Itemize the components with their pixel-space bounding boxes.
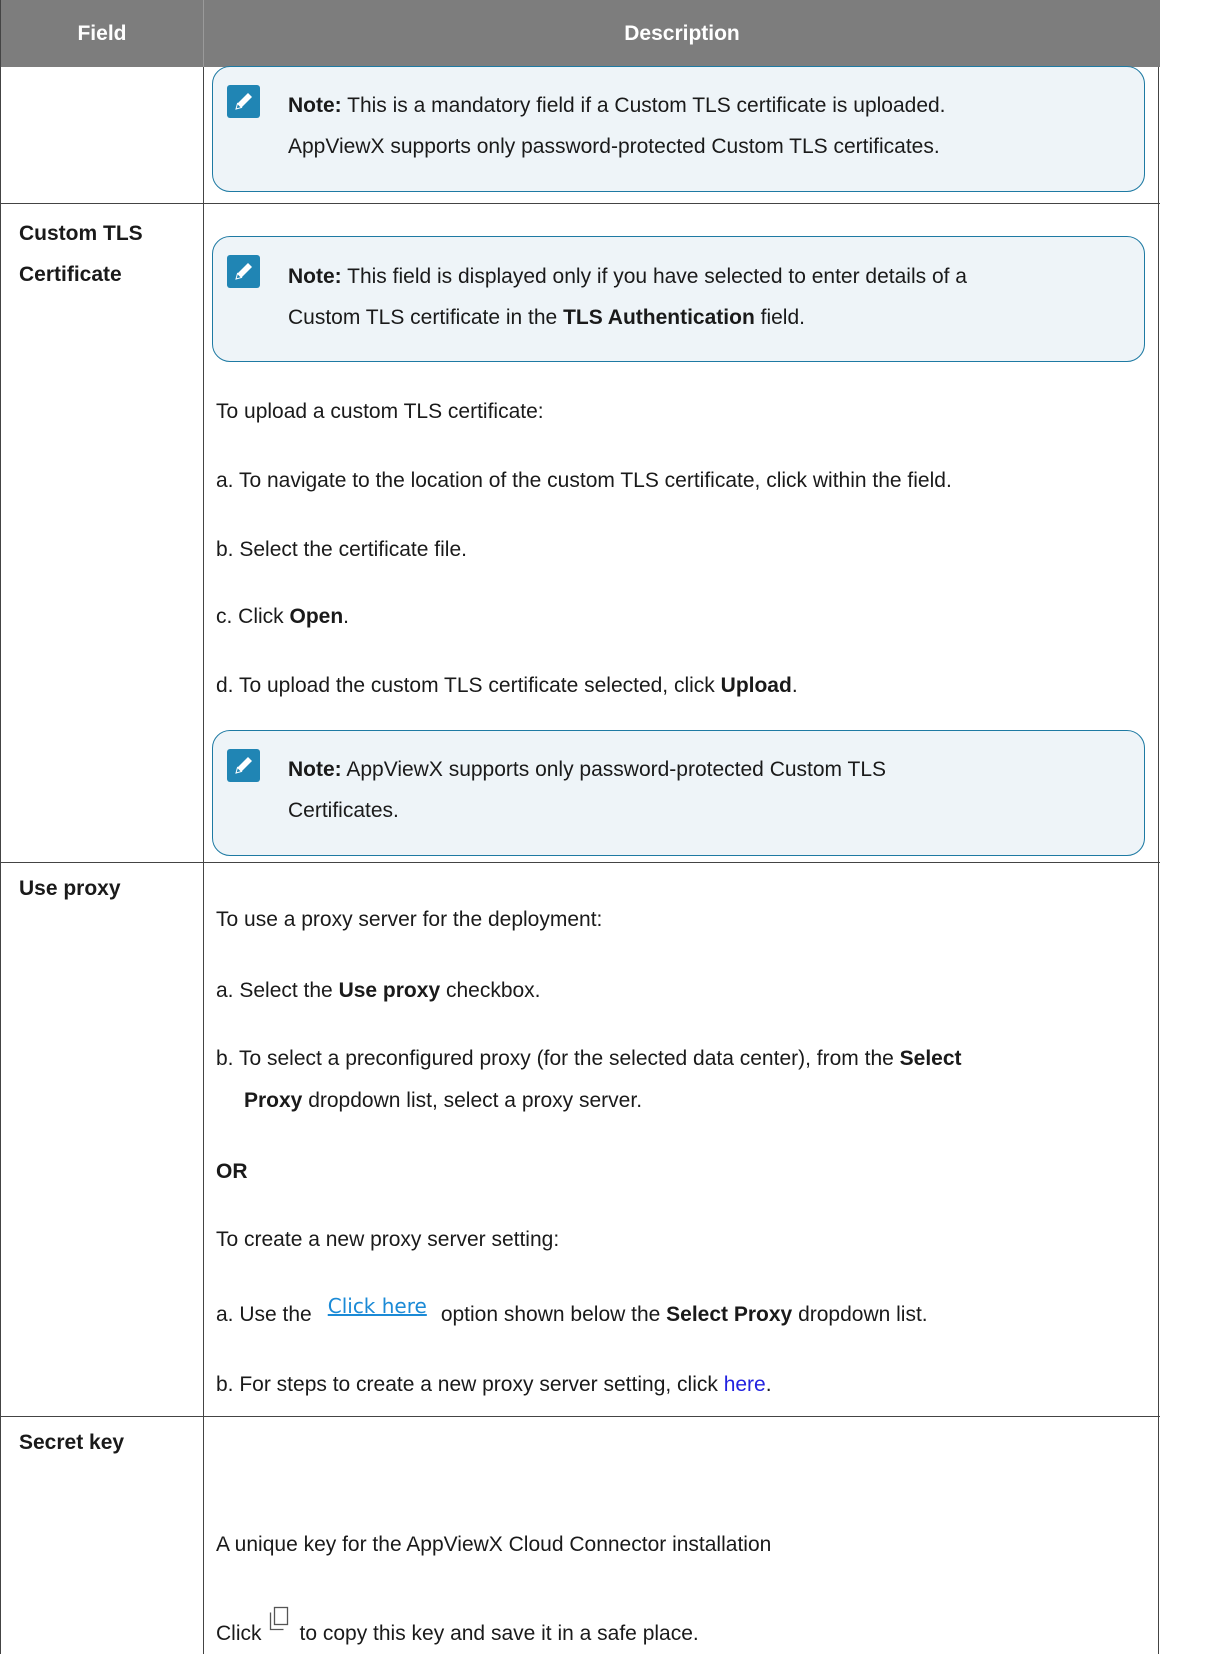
note-text: Note: This field is displayed only if yo… [288, 265, 967, 329]
tls-intro: To upload a custom TLS certificate: [216, 400, 544, 423]
field-secret-key: Secret key [19, 1431, 125, 1454]
note-box-tls-display: Note: This field is displayed only if yo… [212, 236, 1145, 362]
proxy-step2-b: b. For steps to create a new proxy serve… [216, 1373, 772, 1396]
edit-pencil-icon [227, 749, 260, 782]
proxy-intro: To use a proxy server for the deployment… [216, 908, 603, 931]
field-use-proxy: Use proxy [19, 877, 121, 900]
tls-step-c: c. Click Open. [216, 605, 350, 628]
proxy-intro2: To create a new proxy server setting: [216, 1228, 560, 1251]
row-divider [1, 203, 1160, 204]
row-divider [1, 862, 1160, 863]
proxy-step-b-cont: Proxy dropdown list, select a proxy serv… [244, 1089, 643, 1112]
row-divider [1, 1416, 1160, 1417]
header-description: Description [624, 22, 740, 45]
header-field: Field [1, 0, 204, 67]
tls-step-a: a. To navigate to the location of the cu… [216, 469, 952, 492]
proxy-step-b: b. To select a preconfigured proxy (for … [216, 1047, 962, 1070]
click-here-link-image: Click here [327, 1294, 427, 1318]
proxy-or: OR [216, 1160, 248, 1183]
field-custom-tls-certificate: Custom TLS Certificate [19, 222, 143, 286]
edit-pencil-icon [227, 85, 260, 118]
here-link[interactable]: here [724, 1373, 766, 1396]
field-description-table: Field Description Note: This is a mandat… [0, 0, 1160, 1654]
secret-key-copy-instruction: Click to copy this key and save it in a … [216, 1606, 699, 1649]
note-text: Note: AppViewX supports only password-pr… [288, 758, 887, 822]
proxy-step-a: a. Select the Use proxy checkbox. [216, 979, 541, 1002]
table-header: Field Description [1, 0, 1160, 67]
proxy-step2-a: a. Use the Click here option shown below t… [216, 1294, 928, 1330]
tls-step-b: b. Select the certificate file. [216, 538, 467, 561]
tls-step-d: d. To upload the custom TLS certificate … [216, 674, 798, 697]
edit-pencil-icon [227, 255, 260, 288]
note-box-password-protected: Note: AppViewX supports only password-pr… [212, 730, 1145, 856]
copy-icon [268, 1606, 290, 1632]
secret-key-desc: A unique key for the AppViewX Cloud Conn… [216, 1533, 772, 1556]
note-text: Note: This is a mandatory field if a Cus… [288, 94, 946, 158]
note-box-password: Note: This is a mandatory field if a Cus… [212, 66, 1145, 192]
